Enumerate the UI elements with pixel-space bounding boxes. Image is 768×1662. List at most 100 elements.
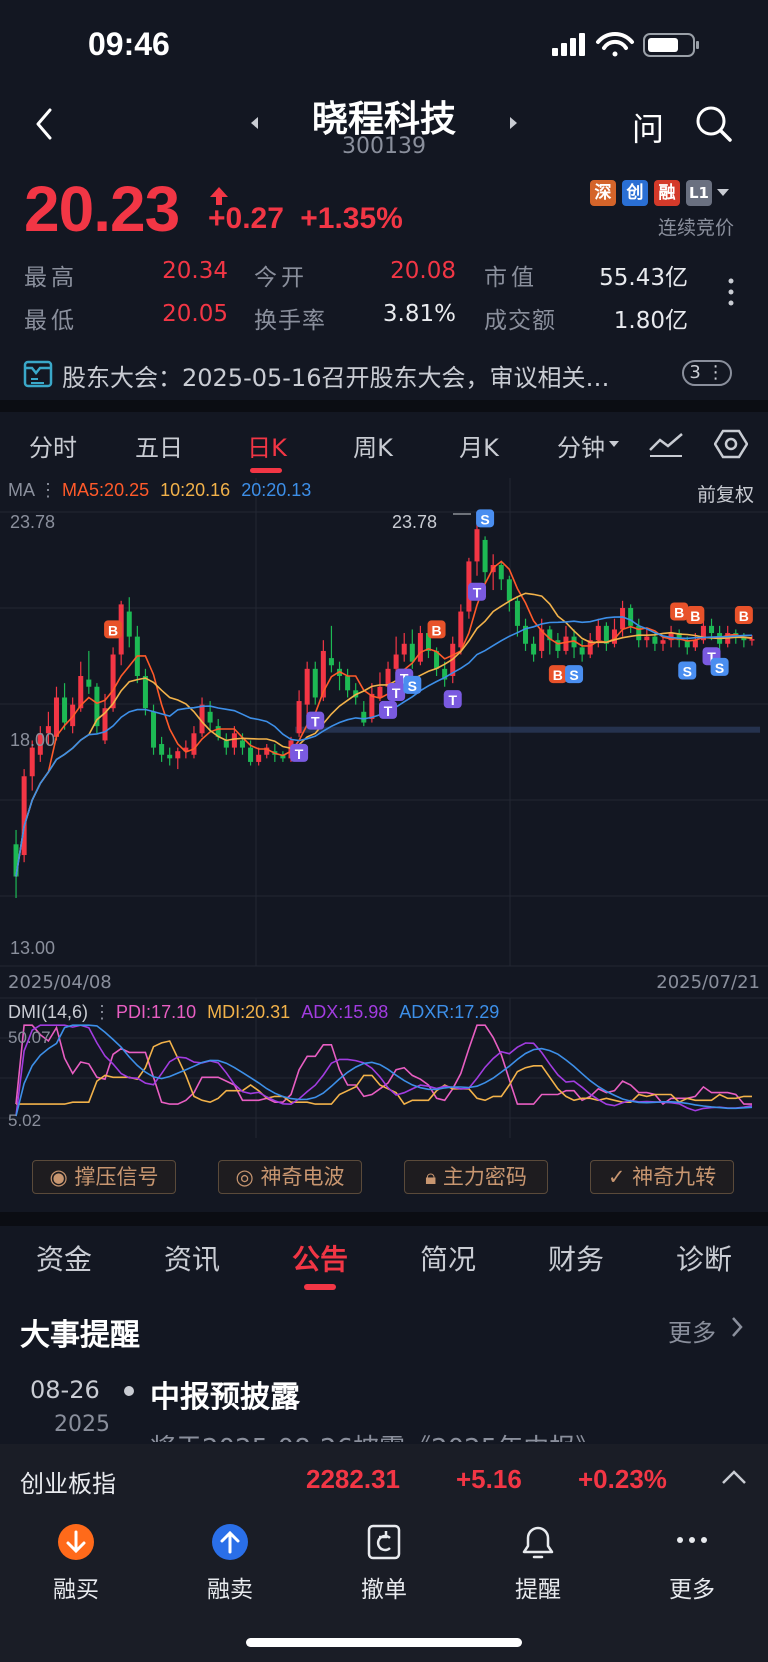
adxr-value: ADXR:17.29 — [399, 1002, 500, 1022]
tab-funds[interactable]: 资金 — [14, 1238, 114, 1278]
peak-label: 23.78 — [392, 512, 437, 532]
signal-S: S — [710, 657, 729, 676]
more-vertical-icon[interactable] — [726, 276, 736, 308]
support-signal-button[interactable]: ◉ 撑压信号 — [32, 1160, 176, 1194]
tab-announcements[interactable]: 公告 — [270, 1238, 370, 1278]
search-icon[interactable] — [694, 104, 734, 144]
caret-down-icon[interactable] — [608, 440, 620, 448]
cancel-order-button[interactable]: 撤单 — [334, 1520, 434, 1603]
magic-wave-button[interactable]: ◎ 神奇电波 — [218, 1160, 362, 1194]
signal-text: T — [384, 703, 393, 719]
y-min-label: 13.00 — [10, 938, 55, 958]
ind-label: 神奇电波 — [260, 1165, 345, 1189]
signal-icon — [552, 33, 585, 56]
candle-body — [167, 754, 173, 759]
candle-body — [296, 701, 302, 734]
stat-value-mktcap: 55.43亿 — [599, 265, 688, 291]
candle-body — [458, 611, 464, 648]
up-arrow-circle-icon — [212, 1524, 248, 1560]
candle-body — [191, 733, 197, 755]
chevron-up-icon[interactable] — [720, 1468, 748, 1486]
signal-text: T — [392, 685, 401, 701]
candle-body — [482, 539, 488, 573]
more-button[interactable]: 更多 — [642, 1520, 742, 1603]
nav-label: 融卖 — [207, 1577, 253, 1603]
pdi-line — [15, 1024, 752, 1106]
adjust-mode[interactable]: 前复权 — [697, 480, 754, 507]
ma-legend: MA ⋮ MA5:20.25 10:20.16 20:20.13 — [8, 480, 312, 500]
candle-body — [474, 529, 480, 562]
settings-hex-icon[interactable] — [714, 428, 748, 460]
signal-text: T — [473, 585, 482, 601]
tab-monthly-k[interactable]: 月K — [448, 428, 510, 463]
signal-B: B — [686, 606, 705, 625]
tab-financials[interactable]: 财务 — [526, 1238, 626, 1278]
main-force-button[interactable]: 🔒︎ 主力密码 — [404, 1160, 548, 1194]
tag-shenzhen: 深 — [590, 180, 616, 206]
alert-button[interactable]: 提醒 — [488, 1520, 588, 1603]
dmi-lines — [15, 1024, 753, 1117]
event-name[interactable]: 中报预披露 — [150, 1372, 300, 1416]
signal-text: B — [108, 622, 118, 638]
candle-body — [563, 636, 569, 651]
tab-diagnosis[interactable]: 诊断 — [654, 1238, 754, 1278]
tab-weekly-k[interactable]: 周K — [342, 428, 404, 463]
down-arrow-circle-icon — [58, 1524, 94, 1560]
ind-label: 主力密码 — [442, 1165, 527, 1189]
candle-body — [21, 776, 27, 856]
candle-body — [692, 640, 698, 648]
stat-value-low: 20.05 — [162, 301, 228, 327]
divider — [0, 1212, 768, 1226]
next-stock-icon[interactable] — [508, 115, 520, 131]
signal-text: S — [408, 678, 417, 694]
drawing-tool-icon[interactable] — [648, 430, 684, 458]
chevron-right-icon[interactable] — [730, 1316, 744, 1338]
stat-value-open: 20.08 — [390, 258, 456, 284]
stat-label-mktcap: 市值 — [484, 265, 538, 291]
margin-buy-button[interactable]: 融买 — [26, 1520, 126, 1603]
tag-level[interactable]: L1 — [686, 180, 712, 206]
magic-nine-button[interactable]: ✓ 神奇九转 — [590, 1160, 734, 1194]
pdi-value: PDI:17.10 — [116, 1002, 197, 1022]
tab-profile[interactable]: 简况 — [398, 1238, 498, 1278]
signal-T: T — [379, 700, 398, 719]
candle-body — [159, 744, 165, 755]
nav-label: 提醒 — [515, 1577, 561, 1603]
candle-body — [409, 643, 415, 662]
signal-S: S — [678, 661, 697, 680]
events-more-link[interactable]: 更多 — [668, 1313, 716, 1348]
tab-daily-k[interactable]: 日K — [236, 428, 298, 463]
ma20-line — [15, 616, 753, 877]
candle-body — [401, 643, 407, 655]
tab-news[interactable]: 资讯 — [142, 1238, 242, 1278]
stat-label-open: 今开 — [254, 265, 308, 291]
candle-body — [239, 740, 245, 748]
candle-body — [312, 668, 318, 698]
caret-down-icon[interactable] — [716, 188, 730, 198]
notice-text[interactable]: 股东大会：2025-05-16召开股东大会，审议相关… — [62, 358, 609, 393]
announcement-icon — [23, 360, 53, 388]
signal-B: B — [427, 620, 446, 639]
tab-minute[interactable]: 分钟 — [548, 428, 614, 463]
adxr-line — [15, 1024, 753, 1117]
chart-grid — [0, 478, 768, 1138]
signal-S: S — [403, 675, 422, 694]
status-time: 09:46 — [88, 26, 170, 62]
signal-T: T — [443, 690, 462, 709]
ask-button[interactable]: 问 — [632, 104, 664, 150]
margin-sell-button[interactable]: 融卖 — [180, 1520, 280, 1603]
kline-chart[interactable]: BTTTTTSBTTSBSBSBTSB 23.78 18.00 13.00 23… — [0, 478, 768, 1138]
support-line — [295, 726, 760, 733]
signal-text: B — [553, 667, 563, 683]
notice-count-badge[interactable]: 3 ⋮ — [682, 360, 732, 386]
timeline-dot — [124, 1386, 134, 1396]
candle-body — [126, 611, 132, 637]
adx-value: ADX:15.98 — [301, 1002, 389, 1022]
stat-label-low: 最低 — [24, 308, 78, 334]
tab-five-day[interactable]: 五日 — [128, 428, 190, 463]
signal-text: B — [674, 604, 684, 620]
candle-body — [620, 607, 626, 630]
divider — [0, 400, 768, 412]
candle-body — [393, 654, 399, 669]
tab-intraday[interactable]: 分时 — [22, 428, 84, 463]
